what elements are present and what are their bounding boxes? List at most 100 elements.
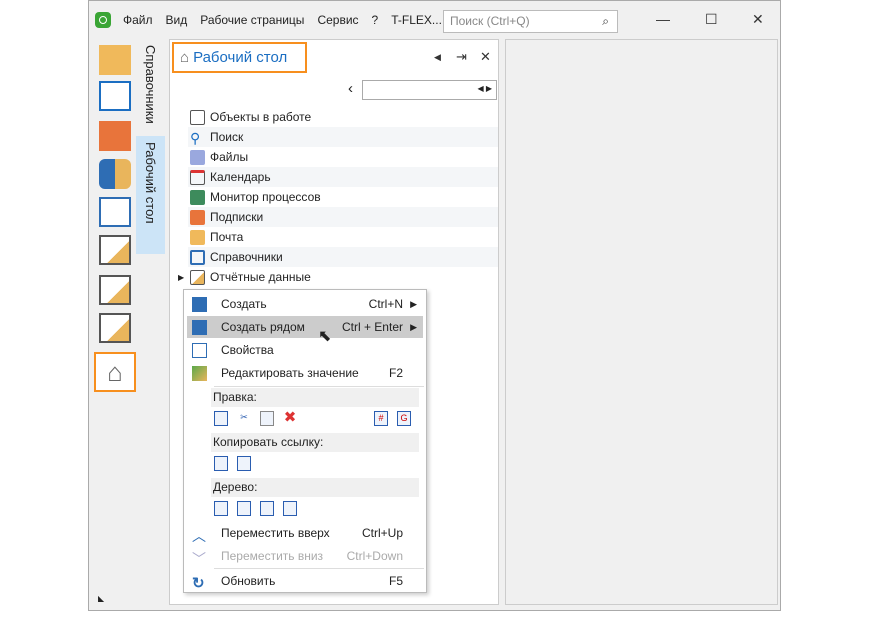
label: Обновить <box>221 574 276 588</box>
item-label: Файлы <box>210 150 249 164</box>
menu-bar: Файл Вид Рабочие страницы Сервис ? T-FLE… <box>123 13 442 27</box>
menu-service[interactable]: Сервис <box>317 13 358 27</box>
expand-all-icon[interactable] <box>214 501 228 516</box>
list-item[interactable]: Монитор процессов <box>188 187 498 207</box>
copy-icon[interactable] <box>214 411 228 426</box>
label: Создать рядом <box>221 320 305 334</box>
list-item[interactable]: ▶ Отчётные данные <box>178 267 498 287</box>
tab-references[interactable]: Справочники <box>136 39 165 130</box>
menu-item-create[interactable]: Создать Ctrl+N ▶ <box>187 293 423 315</box>
menu-item-refresh[interactable]: ↻ Обновить F5 <box>187 570 423 592</box>
separator <box>214 568 424 569</box>
mail-icon[interactable] <box>99 45 131 75</box>
expand-node-icon[interactable] <box>237 501 251 516</box>
mouse-cursor-icon: ⬉ <box>318 328 332 345</box>
report-folder-icon[interactable] <box>99 313 131 343</box>
nav-scroller[interactable]: ◀ ▶ <box>362 80 497 100</box>
menu-item-properties[interactable]: Свойства <box>187 339 423 361</box>
shortcut: F5 <box>388 574 403 588</box>
collapse-all-icon[interactable] <box>260 501 274 516</box>
list-item[interactable]: Файлы <box>188 147 498 167</box>
references-admin-icon[interactable] <box>99 121 131 151</box>
report-folder-icon <box>190 269 205 285</box>
vertical-tabs: Справочники Рабочий стол <box>136 39 166 254</box>
report-folder-icon[interactable] <box>99 235 131 265</box>
references-icon <box>190 249 205 265</box>
list-item[interactable]: ⚲ Поиск <box>188 127 498 147</box>
home-icon[interactable]: ⌂ <box>94 352 136 392</box>
item-label: Объекты в работе <box>210 110 312 124</box>
list-item[interactable]: Справочники <box>188 247 498 267</box>
desktop-list: Объекты в работе ⚲ Поиск Файлы Календарь … <box>178 107 498 287</box>
context-menu: Создать Ctrl+N ▶ Создать рядом Ctrl + Enter… <box>183 289 427 593</box>
list-item[interactable]: Календарь <box>188 167 498 187</box>
cut-icon[interactable]: ✂ <box>237 411 251 426</box>
list-item[interactable]: Объекты в работе <box>188 107 498 127</box>
copy-link-path-icon[interactable] <box>237 456 251 471</box>
tab-desktop-label: Рабочий стол <box>143 141 158 224</box>
panel-close-icon[interactable]: ✕ <box>480 49 491 65</box>
user-database-icon[interactable] <box>99 159 131 189</box>
properties-icon <box>192 342 207 358</box>
panel-title: ⌂ Рабочий стол <box>172 42 307 73</box>
menu-help[interactable]: ? <box>372 13 379 27</box>
separator <box>214 386 424 387</box>
item-label: Монитор процессов <box>210 190 321 204</box>
paste-icon[interactable] <box>260 411 274 426</box>
shortcut: Ctrl+Down <box>346 549 403 563</box>
undock-icon[interactable]: ⇥ <box>456 49 467 65</box>
item-label: Отчётные данные <box>210 270 311 284</box>
chevron-up-icon: ︿ <box>192 527 206 544</box>
menu-tflex[interactable]: T-FLEX... <box>391 13 442 27</box>
panel-menu-arrow[interactable]: ◀ <box>434 52 441 63</box>
copy-link-icon[interactable] <box>214 456 228 471</box>
menu-view[interactable]: Вид <box>166 13 188 27</box>
section-copy-link: Копировать ссылку: <box>211 433 419 452</box>
expand-arrow-icon[interactable]: ▶ <box>178 273 184 282</box>
item-label: Календарь <box>210 170 271 184</box>
menu-file[interactable]: Файл <box>123 13 153 27</box>
files-icon <box>190 149 205 165</box>
report-folder-icon[interactable] <box>99 275 131 305</box>
home-icon: ⌂ <box>180 49 190 66</box>
minimize-button[interactable]: — <box>656 11 670 27</box>
menu-workpages[interactable]: Рабочие страницы <box>200 13 304 27</box>
right-panel <box>505 39 778 605</box>
menu-item-create-nearby[interactable]: Создать рядом Ctrl + Enter ▶ <box>187 316 423 338</box>
pencil-icon <box>192 365 207 381</box>
list-item[interactable]: Подписки <box>188 207 498 227</box>
menu-item-move-up[interactable]: ︿ Переместить вверх Ctrl+Up <box>187 522 423 544</box>
search-input[interactable]: Поиск (Ctrl+Q) ⌕ <box>443 10 618 33</box>
label: Свойства <box>221 343 274 357</box>
refresh-icon: ↻ <box>192 574 205 592</box>
section-edit: Правка: <box>211 388 419 407</box>
menu-item-move-down: ﹀ Переместить вниз Ctrl+Down <box>187 545 423 567</box>
copy-number-icon[interactable]: # <box>374 411 388 426</box>
maximize-button[interactable]: ☐ <box>705 11 718 28</box>
tree-tools <box>214 501 297 516</box>
mail-icon <box>190 229 205 245</box>
delete-icon[interactable]: ✖ <box>283 410 297 426</box>
back-arrow-icon[interactable]: ‹ <box>348 80 353 97</box>
process-monitor-icon <box>190 189 205 205</box>
close-button[interactable]: ✕ <box>752 11 764 28</box>
search-icon[interactable]: ⌕ <box>602 14 609 29</box>
submenu-arrow-icon: ▶ <box>410 321 417 332</box>
submenu-arrow-icon: ▶ <box>410 298 417 309</box>
copy-guid-icon[interactable]: G <box>397 411 411 426</box>
structure-icon[interactable] <box>99 81 131 111</box>
label: Переместить вверх <box>221 526 330 540</box>
create-icon <box>192 296 207 312</box>
tab-desktop[interactable]: Рабочий стол <box>136 135 165 254</box>
list-item[interactable]: Почта <box>188 227 498 247</box>
title-bar: Файл Вид Рабочие страницы Сервис ? T-FLE… <box>89 1 780 39</box>
item-label: Подписки <box>210 210 264 224</box>
item-label: Почта <box>210 230 244 244</box>
collapse-node-icon[interactable] <box>283 501 297 516</box>
expand-arrow-icon[interactable]: ◣ <box>98 594 104 603</box>
subscriptions-icon <box>190 209 205 225</box>
search-icon: ⚲ <box>190 129 201 146</box>
calendar-icon <box>190 169 205 185</box>
form-settings-icon[interactable] <box>99 197 131 227</box>
menu-item-edit-value[interactable]: Редактировать значение F2 <box>187 362 423 384</box>
